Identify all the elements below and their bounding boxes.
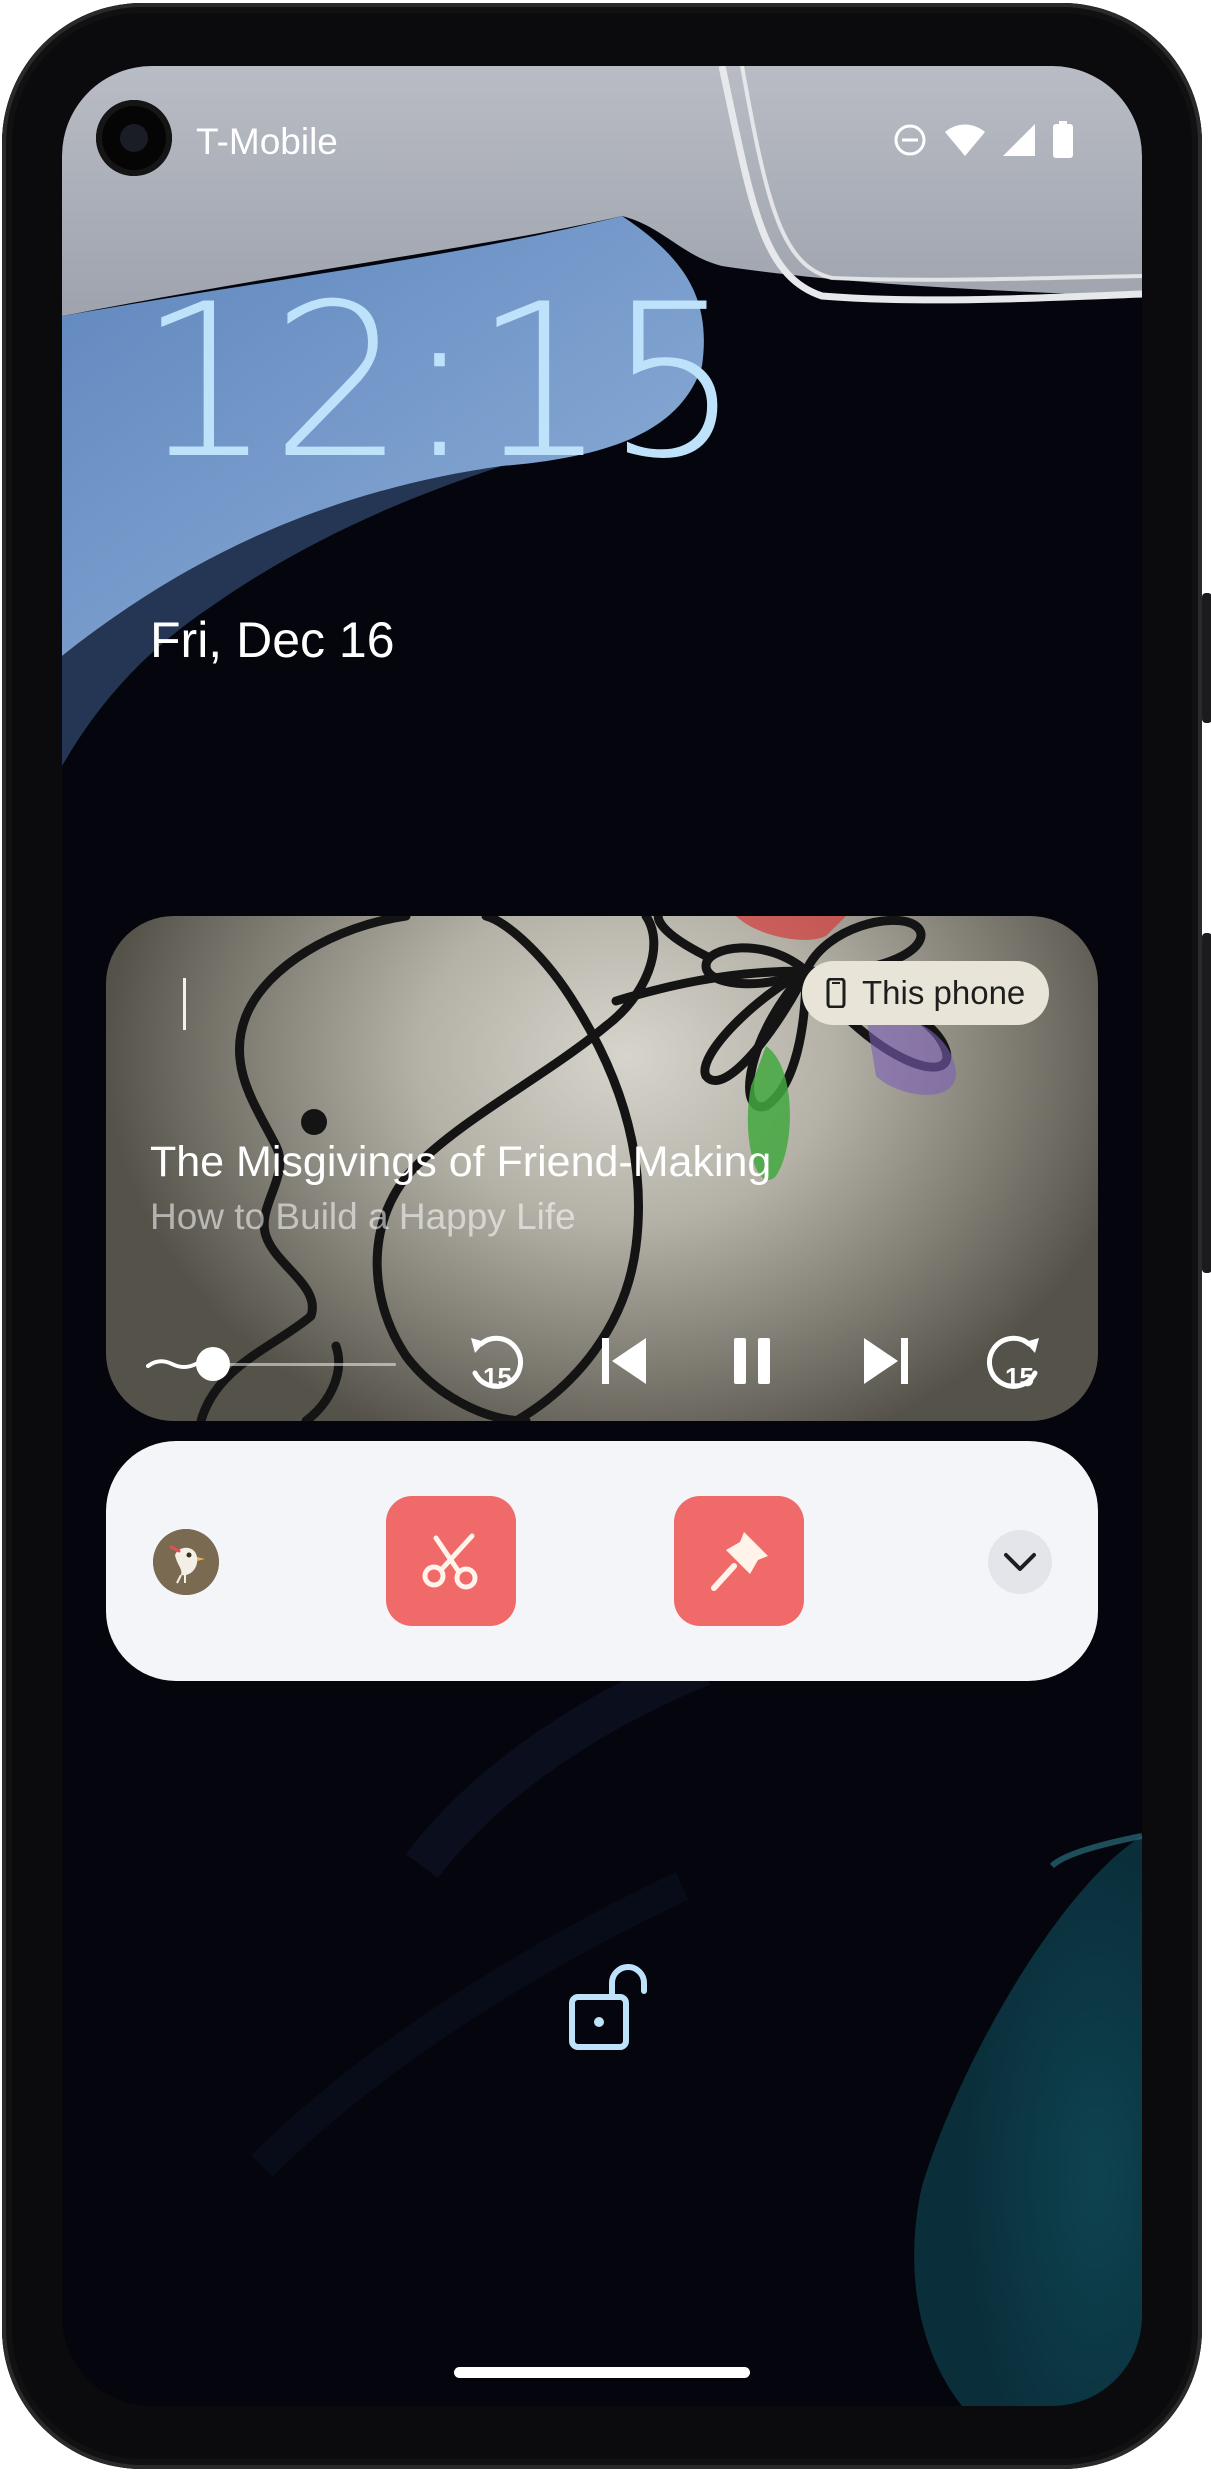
status-bar: T-Mobile	[62, 66, 1142, 226]
skip-previous-button[interactable]	[584, 1321, 664, 1401]
expand-button[interactable]	[988, 1530, 1052, 1594]
camera-cutout	[96, 100, 172, 176]
status-icons	[892, 120, 1074, 160]
skip-next-button[interactable]	[846, 1321, 926, 1401]
skip-next-icon	[864, 1338, 908, 1384]
media-tick-mark	[183, 978, 186, 1030]
unlocked-padlock-icon[interactable]	[568, 1963, 648, 2053]
skip-previous-icon	[602, 1338, 646, 1384]
volume-rocker	[1202, 933, 1211, 1273]
notification-actions-card[interactable]	[106, 1441, 1098, 1681]
do-not-disturb-icon	[894, 124, 926, 156]
lockscreen-clock: 12:15	[138, 258, 741, 505]
track-artist: How to Build a Happy Life	[150, 1196, 576, 1237]
output-device-label: This phone	[862, 974, 1026, 1011]
seek-thumb[interactable]	[196, 1347, 230, 1381]
forward-15-button[interactable]: 15	[974, 1321, 1054, 1401]
phone-icon	[826, 978, 846, 1008]
svg-text:15: 15	[483, 1362, 512, 1392]
bird-icon	[153, 1529, 219, 1595]
forward-15-icon: 15	[987, 1335, 1039, 1392]
app-icon[interactable]	[153, 1529, 219, 1595]
svg-text:15: 15	[1005, 1362, 1034, 1392]
wifi-icon	[945, 124, 985, 156]
battery-icon	[1053, 121, 1073, 158]
pause-icon	[734, 1338, 770, 1384]
pin-action-button[interactable]	[674, 1496, 804, 1626]
seek-bar[interactable]	[146, 1347, 396, 1381]
pause-button[interactable]	[712, 1321, 792, 1401]
media-player-card[interactable]: This phone The Misgivings of Friend-Maki…	[106, 916, 1098, 1421]
chevron-down-icon	[1004, 1553, 1036, 1571]
output-device-chip[interactable]: This phone	[802, 961, 1050, 1025]
pushpin-icon	[711, 1532, 768, 1591]
cellular-signal-icon	[1003, 124, 1035, 156]
carrier-name: T-Mobile	[196, 121, 338, 162]
scissors-icon	[422, 1533, 478, 1590]
rewind-15-button[interactable]: 15	[456, 1321, 536, 1401]
lockscreen-date[interactable]: Fri, Dec 16	[150, 611, 395, 669]
lock-screen: T-Mobile 12:15 Fri, Dec 16 This phone Th…	[62, 66, 1142, 2406]
track-title: The Misgivings of Friend-Making	[150, 1138, 772, 1186]
home-indicator[interactable]	[454, 2367, 750, 2378]
power-button	[1202, 593, 1211, 723]
rewind-15-icon: 15	[471, 1335, 523, 1392]
scissors-action-button[interactable]	[386, 1496, 516, 1626]
phone-frame: T-Mobile 12:15 Fri, Dec 16 This phone Th…	[2, 3, 1211, 2469]
